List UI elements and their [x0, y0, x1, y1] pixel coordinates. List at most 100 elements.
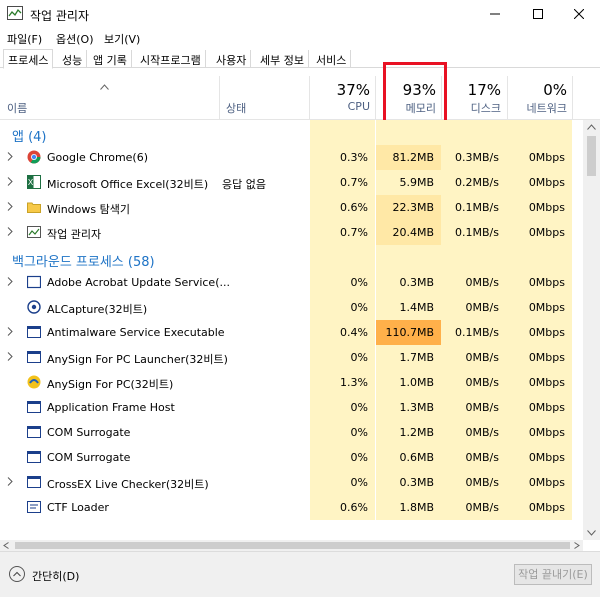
scroll-right-icon[interactable] — [574, 542, 580, 549]
process-name: AnySign For PC Launcher(32비트) — [47, 353, 228, 366]
menu-file[interactable]: 파일(F) — [7, 31, 42, 47]
horizontal-scrollbar[interactable] — [0, 540, 583, 551]
menu-view[interactable]: 보기(V) — [104, 31, 140, 47]
process-row[interactable]: Google Chrome(6) 0.3% 81.2MB 0.3MB/s 0Mbps — [0, 145, 583, 170]
scroll-left-icon[interactable] — [3, 542, 9, 549]
process-row[interactable]: Windows 탐색기 0.6% 22.3MB 0.1MB/s 0Mbps — [0, 195, 583, 220]
value-disk: 0MB/s — [465, 476, 499, 489]
value-cpu: 1.3% — [340, 376, 368, 389]
close-button[interactable] — [556, 0, 600, 28]
value-disk: 0MB/s — [465, 501, 499, 514]
scroll-down-icon[interactable] — [587, 530, 596, 536]
chevron-right-icon[interactable] — [7, 152, 13, 164]
network-percent[interactable]: 0% — [507, 81, 567, 99]
footer: 간단히(D) 작업 끝내기(E) — [0, 551, 600, 597]
column-status[interactable]: 상태 — [226, 100, 246, 116]
process-row[interactable]: AnySign For PC Launcher(32비트) 0% 1.7MB 0MB/… — [0, 345, 583, 370]
tab-details[interactable]: 세부 정보 — [256, 50, 309, 68]
group-header-row[interactable]: 백그라운드 프로세스 (58) — [0, 245, 583, 270]
minimize-button[interactable] — [472, 0, 518, 28]
ctf-icon — [27, 500, 41, 514]
value-disk: 0.1MB/s — [455, 201, 499, 214]
column-disk[interactable]: 디스크 — [441, 100, 501, 116]
process-row[interactable]: Antimalware Service Executable 0.4% 110.7M… — [0, 320, 583, 345]
value-cpu: 0% — [350, 451, 368, 464]
value-net: 0Mbps — [528, 201, 565, 214]
minimize-icon — [490, 13, 500, 15]
value-cpu: 0% — [350, 301, 368, 314]
tab-startup[interactable]: 시작프로그램 — [136, 50, 206, 68]
value-cpu: 0% — [350, 351, 368, 364]
service-icon — [27, 450, 41, 464]
service-icon — [27, 475, 41, 489]
process-row[interactable]: CTF Loader 0.6% 1.8MB 0MB/s 0Mbps — [0, 495, 583, 520]
process-row[interactable]: COM Surrogate 0% 1.2MB 0MB/s 0Mbps — [0, 420, 583, 445]
tab-performance[interactable]: 성능 — [58, 50, 88, 68]
scroll-up-icon[interactable] — [587, 124, 596, 130]
chevron-right-icon[interactable] — [7, 277, 13, 289]
value-net: 0Mbps — [528, 301, 565, 314]
value-disk: 0MB/s — [465, 376, 499, 389]
value-net: 0Mbps — [528, 476, 565, 489]
process-row[interactable]: Application Frame Host 0% 1.3MB 0MB/s 0Mbps — [0, 395, 583, 420]
menu-bar: 파일(F) 옵션(O) 보기(V) — [0, 28, 600, 48]
process-name: 작업 관리자 — [47, 228, 102, 241]
value-mem: 110.7MB — [385, 326, 434, 339]
disk-percent[interactable]: 17% — [441, 81, 501, 99]
chevron-right-icon[interactable] — [7, 227, 13, 239]
process-name: Application Frame Host — [47, 401, 175, 414]
column-cpu[interactable]: CPU — [310, 100, 370, 113]
process-row[interactable]: 작업 관리자 0.7% 20.4MB 0.1MB/s 0Mbps — [0, 220, 583, 245]
cpu-percent[interactable]: 37% — [310, 81, 370, 99]
chevron-right-icon[interactable] — [7, 202, 13, 214]
vertical-scroll-thumb[interactable] — [587, 136, 596, 176]
anysign-icon — [27, 375, 41, 389]
maximize-button[interactable] — [515, 0, 561, 28]
end-task-button[interactable]: 작업 끝내기(E) — [514, 564, 592, 585]
process-row[interactable]: CrossEX Live Checker(32비트) 0% 0.3MB 0MB/s 0M… — [0, 470, 583, 495]
process-row[interactable]: AnySign For PC(32비트) 1.3% 1.0MB 0MB/s 0Mbps — [0, 370, 583, 395]
horizontal-scroll-thumb[interactable] — [15, 542, 570, 549]
process-row[interactable]: X Microsoft Office Excel(32비트) 응답 없음 0.7% 5.… — [0, 170, 583, 195]
value-cpu: 0.3% — [340, 151, 368, 164]
process-name: ALCapture(32비트) — [47, 303, 148, 316]
vertical-scrollbar[interactable] — [583, 120, 600, 540]
column-name[interactable]: 이름 — [7, 100, 27, 116]
chevron-right-icon[interactable] — [7, 477, 13, 489]
process-name: COM Surrogate — [47, 426, 131, 439]
value-disk: 0.2MB/s — [455, 176, 499, 189]
fewer-details-link[interactable]: 간단히(D) — [32, 568, 79, 584]
group-header-row[interactable]: 앱 (4) — [0, 120, 583, 145]
menu-options[interactable]: 옵션(O) — [56, 31, 93, 47]
tab-services[interactable]: 서비스 — [312, 50, 352, 68]
column-network[interactable]: 네트워크 — [507, 100, 567, 116]
process-name: Google Chrome(6) — [47, 151, 149, 164]
value-disk: 0.3MB/s — [455, 151, 499, 164]
value-mem: 1.0MB — [399, 376, 434, 389]
title-bar: 작업 관리자 — [0, 0, 600, 28]
chevron-up-circle-icon[interactable] — [9, 566, 25, 582]
heat-cell-net — [507, 120, 572, 145]
value-net: 0Mbps — [528, 376, 565, 389]
tab-users[interactable]: 사용자 — [212, 50, 252, 68]
value-mem: 0.6MB — [399, 451, 434, 464]
value-cpu: 0% — [350, 426, 368, 439]
folder-icon — [27, 200, 41, 214]
tab-processes[interactable]: 프로세스 — [3, 49, 54, 69]
chevron-right-icon[interactable] — [7, 177, 13, 189]
chevron-right-icon[interactable] — [7, 352, 13, 364]
value-disk: 0MB/s — [465, 451, 499, 464]
tab-app-history[interactable]: 앱 기록 — [89, 50, 132, 68]
excel-icon: X — [27, 175, 41, 189]
process-row[interactable]: ALCapture(32비트) 0% 1.4MB 0MB/s 0Mbps — [0, 295, 583, 320]
value-net: 0Mbps — [528, 401, 565, 414]
process-row[interactable]: COM Surrogate 0% 0.6MB 0MB/s 0Mbps — [0, 445, 583, 470]
process-row[interactable]: Adobe Acrobat Update Service(... 0% 0.3MB 0… — [0, 270, 583, 295]
value-disk: 0MB/s — [465, 426, 499, 439]
service-icon — [27, 350, 41, 364]
process-name: Antimalware Service Executable — [47, 326, 225, 339]
sort-up-icon[interactable] — [100, 80, 109, 93]
chevron-right-icon[interactable] — [7, 327, 13, 339]
value-mem: 81.2MB — [392, 151, 434, 164]
capture-icon — [27, 300, 41, 314]
